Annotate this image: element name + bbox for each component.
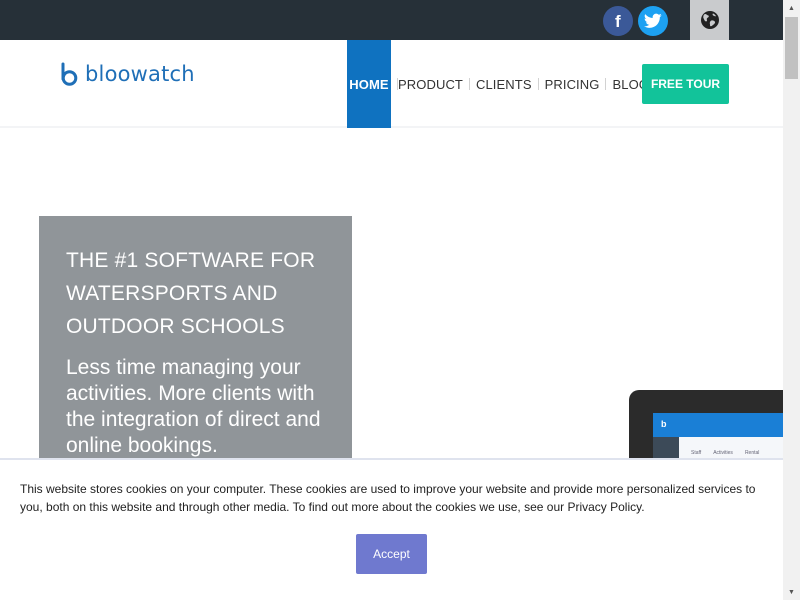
tablet-app-header: b — [653, 413, 783, 437]
tablet-app-menu: Staff Activities Rental — [691, 450, 759, 456]
tablet-menu-item: Rental — [744, 450, 760, 456]
tablet-menu-item: Activities — [713, 450, 733, 456]
facebook-icon[interactable]: f — [603, 6, 633, 36]
scrollbar-thumb[interactable] — [785, 17, 798, 79]
accept-cookies-button[interactable]: Accept — [356, 534, 427, 574]
logo[interactable]: bloowatch — [60, 62, 195, 86]
bloowatch-logo-icon — [61, 62, 78, 86]
hero-subtitle: Less time managing your activities. More… — [66, 356, 321, 457]
nav-clients[interactable]: CLIENTS — [476, 40, 532, 128]
scroll-up-arrow-icon[interactable]: ▲ — [786, 3, 797, 13]
nav-pricing[interactable]: PRICING — [545, 40, 600, 128]
tablet-app-logo: b — [661, 419, 667, 429]
logo-text: bloowatch — [85, 62, 195, 86]
tablet-menu-item: Staff — [691, 450, 702, 456]
nav-home[interactable]: HOME — [347, 40, 391, 128]
twitter-icon[interactable] — [638, 6, 668, 36]
svg-text:f: f — [615, 12, 621, 30]
scroll-down-arrow-icon[interactable]: ▼ — [786, 587, 797, 597]
free-tour-button[interactable]: FREE TOUR — [642, 64, 729, 104]
tablet-screen: b Staff Activities Rental — [653, 413, 783, 463]
main-nav: HOME PRODUCT CLIENTS PRICING BLOG — [347, 40, 649, 128]
page-scrollbar[interactable] — [783, 0, 800, 600]
hero-panel: THE #1 SOFTWARE FOR WATERSPORTS AND OUTD… — [39, 216, 352, 476]
nav-divider — [537, 78, 539, 90]
nav-product[interactable]: PRODUCT — [398, 40, 463, 128]
nav-divider — [605, 78, 607, 90]
globe-icon — [700, 11, 719, 29]
cookie-notice-text: This website stores cookies on your comp… — [20, 482, 756, 514]
hero-title: THE #1 SOFTWARE FOR WATERSPORTS AND OUTD… — [66, 249, 316, 338]
nav-divider — [468, 78, 470, 90]
language-selector[interactable] — [690, 0, 729, 40]
